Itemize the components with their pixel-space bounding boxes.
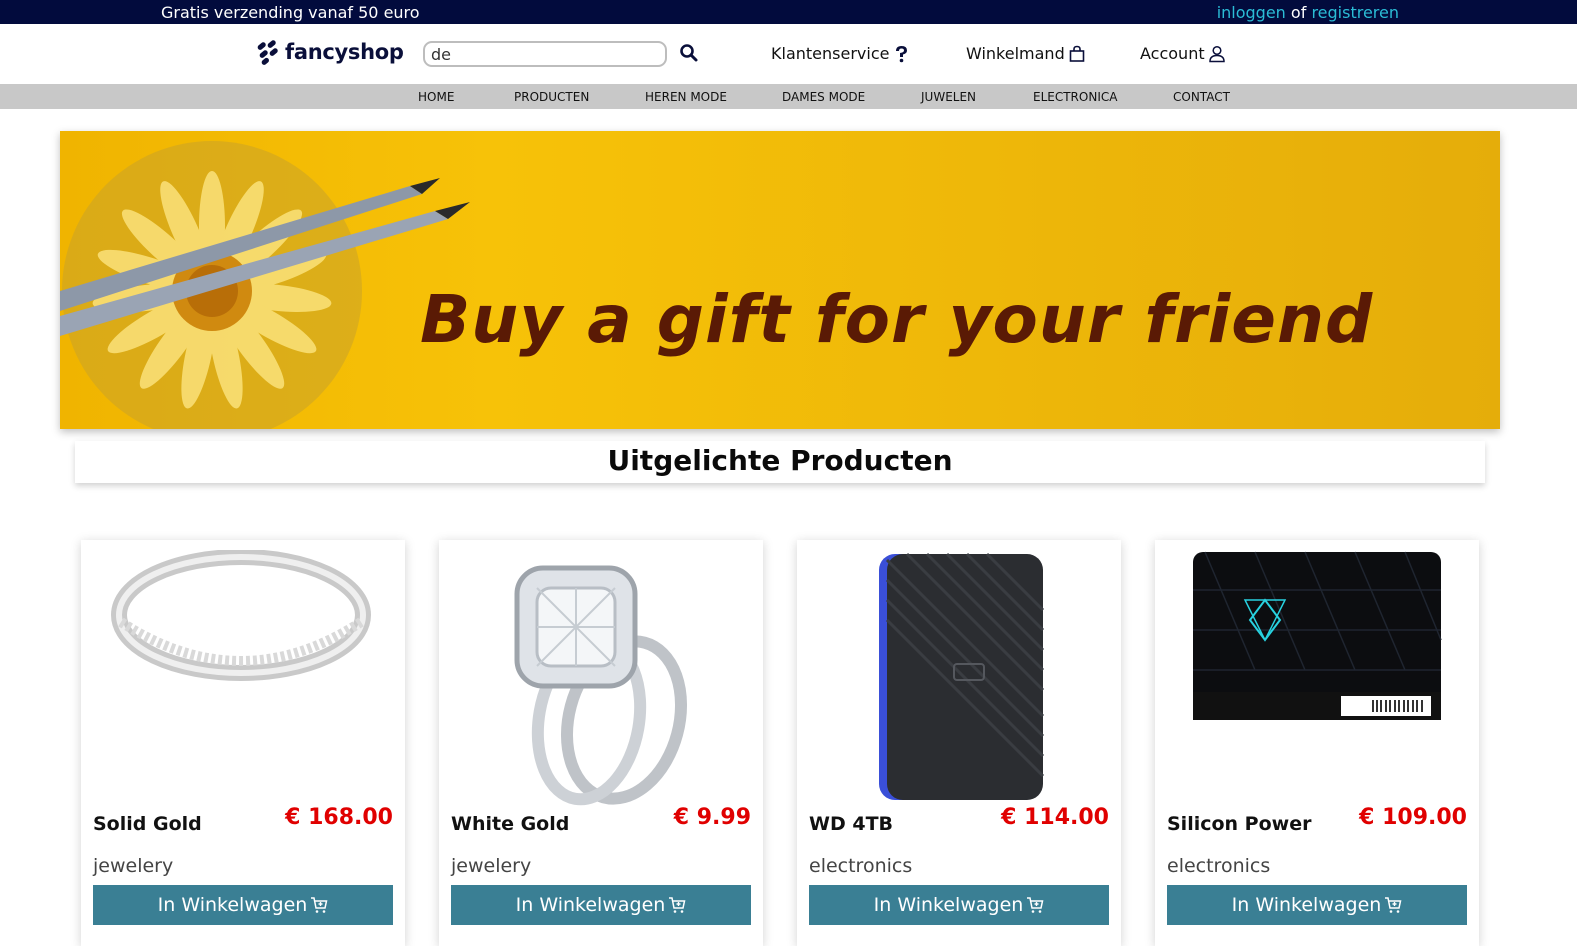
product-category: jewelery: [451, 855, 532, 877]
add-to-cart-button[interactable]: In Winkelwagen: [809, 885, 1109, 925]
login-link[interactable]: inloggen: [1217, 3, 1286, 22]
add-to-cart-label: In Winkelwagen: [157, 894, 308, 916]
logo-icon: [257, 40, 278, 65]
auth-links: inloggen of registreren: [1217, 3, 1399, 22]
product-category: electronics: [809, 855, 913, 877]
or-text: of: [1290, 3, 1307, 22]
logo[interactable]: fancyshop: [254, 38, 404, 66]
cart-plus-icon: [1027, 897, 1044, 913]
product-category: jewelery: [93, 855, 174, 877]
nav-item-home[interactable]: HOME: [418, 90, 454, 104]
account-label: Account: [1140, 44, 1205, 63]
featured-header: Uitgelichte Producten: [75, 441, 1485, 483]
banner-flower-pencils-image: [60, 141, 470, 429]
shopping-bag-icon: [1069, 45, 1085, 62]
customer-service-label: Klantenservice: [771, 44, 890, 63]
product-name[interactable]: Solid Gold: [93, 813, 202, 835]
cart-link[interactable]: Winkelmand: [966, 44, 1086, 63]
product-card[interactable]: Solid Gold € 168.00 jewelery In Winkelwa…: [81, 540, 405, 946]
add-to-cart-button[interactable]: In Winkelwagen: [93, 885, 393, 925]
customer-service-link[interactable]: Klantenservice: [771, 44, 910, 63]
product-price: € 109.00: [1359, 805, 1467, 830]
product-card[interactable]: Silicon Power € 109.00 electronics In Wi…: [1155, 540, 1479, 946]
register-link[interactable]: registreren: [1311, 3, 1399, 22]
add-to-cart-label: In Winkelwagen: [1231, 894, 1382, 916]
nav-item-juwelen[interactable]: JUWELEN: [921, 90, 976, 104]
product-price: € 9.99: [673, 805, 751, 830]
product-image-ring: [111, 550, 371, 681]
top-bar: Gratis verzending vanaf 50 euro inloggen…: [0, 0, 1577, 24]
product-image-diamond-ring: [514, 565, 688, 806]
add-to-cart-label: In Winkelwagen: [873, 894, 1024, 916]
nav-item-contact[interactable]: CONTACT: [1173, 90, 1230, 104]
section-title: Uitgelichte Producten: [607, 444, 953, 477]
product-name[interactable]: WD 4TB: [809, 813, 893, 835]
product-price: € 168.00: [285, 805, 393, 830]
nav-item-electronica[interactable]: ELECTRONICA: [1033, 90, 1117, 104]
user-icon: [1208, 45, 1225, 62]
add-to-cart-label: In Winkelwagen: [515, 894, 666, 916]
banner-tagline: Buy a gift for your friend: [420, 281, 1374, 358]
product-card[interactable]: WD 4TB € 114.00 electronics In Winkelwag…: [797, 540, 1121, 946]
cart-plus-icon: [311, 897, 328, 913]
nav-item-dames-mode[interactable]: DAMES MODE: [782, 90, 865, 104]
cart-plus-icon: [1385, 897, 1402, 913]
product-name[interactable]: Silicon Power: [1167, 813, 1311, 835]
account-link[interactable]: Account: [1140, 44, 1226, 63]
question-icon: [896, 45, 908, 62]
logo-text: fancyshop: [285, 40, 404, 64]
search-input[interactable]: [423, 41, 667, 67]
cart-plus-icon: [669, 897, 686, 913]
product-image-hard-drive: [879, 552, 1045, 800]
nav-item-heren-mode[interactable]: HEREN MODE: [645, 90, 727, 104]
product-image-ssd: [1193, 551, 1442, 720]
main-nav: HOME PRODUCTEN HEREN MODE DAMES MODE JUW…: [0, 84, 1577, 109]
product-category: electronics: [1167, 855, 1271, 877]
nav-item-producten[interactable]: PRODUCTEN: [514, 90, 589, 104]
cart-label: Winkelmand: [966, 44, 1065, 63]
product-card[interactable]: White Gold € 9.99 jewelery In Winkelwage…: [439, 540, 763, 946]
add-to-cart-button[interactable]: In Winkelwagen: [1167, 885, 1467, 925]
add-to-cart-button[interactable]: In Winkelwagen: [451, 885, 751, 925]
search-icon[interactable]: [679, 43, 699, 63]
header: fancyshop Klantenservice Winkelmand Acco…: [0, 28, 1577, 84]
hero-banner[interactable]: Buy a gift for your friend: [60, 131, 1500, 429]
product-price: € 114.00: [1001, 805, 1109, 830]
product-name[interactable]: White Gold: [451, 813, 569, 835]
shipping-promo: Gratis verzending vanaf 50 euro: [161, 3, 420, 22]
